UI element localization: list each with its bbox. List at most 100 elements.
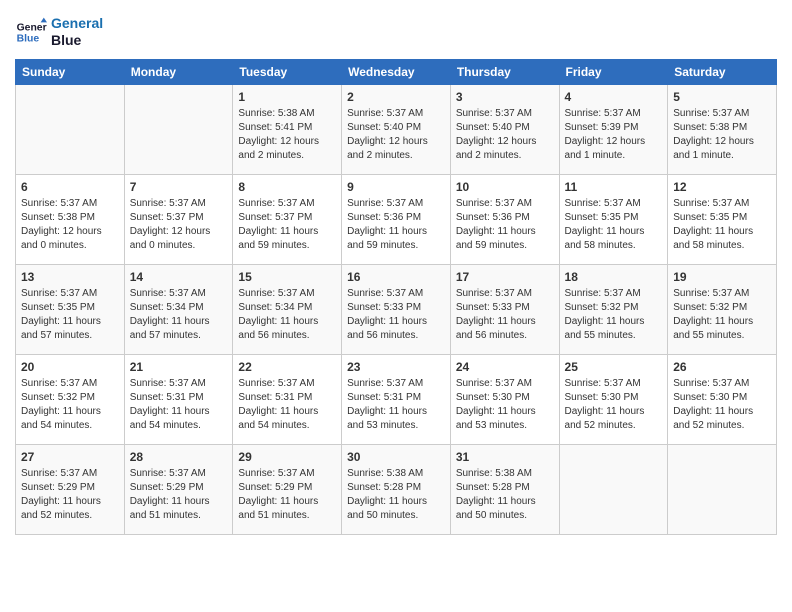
calendar-cell: 29Sunrise: 5:37 AM Sunset: 5:29 PM Dayli…	[233, 444, 342, 534]
col-header-friday: Friday	[559, 59, 668, 84]
calendar-cell: 17Sunrise: 5:37 AM Sunset: 5:33 PM Dayli…	[450, 264, 559, 354]
day-number: 4	[565, 89, 663, 106]
calendar-cell: 15Sunrise: 5:37 AM Sunset: 5:34 PM Dayli…	[233, 264, 342, 354]
day-info: Sunrise: 5:37 AM Sunset: 5:31 PM Dayligh…	[238, 377, 336, 433]
day-number: 3	[456, 89, 554, 106]
logo-text: GeneralBlue	[51, 15, 103, 49]
calendar-cell: 16Sunrise: 5:37 AM Sunset: 5:33 PM Dayli…	[342, 264, 451, 354]
calendar-cell	[559, 444, 668, 534]
week-row-3: 13Sunrise: 5:37 AM Sunset: 5:35 PM Dayli…	[16, 264, 777, 354]
logo-icon: General Blue	[15, 16, 47, 48]
day-number: 30	[347, 449, 445, 466]
day-info: Sunrise: 5:37 AM Sunset: 5:36 PM Dayligh…	[347, 197, 445, 253]
day-info: Sunrise: 5:37 AM Sunset: 5:31 PM Dayligh…	[347, 377, 445, 433]
day-number: 21	[130, 359, 228, 376]
day-number: 26	[673, 359, 771, 376]
calendar-cell: 1Sunrise: 5:38 AM Sunset: 5:41 PM Daylig…	[233, 84, 342, 174]
svg-text:Blue: Blue	[17, 33, 40, 44]
calendar-cell: 11Sunrise: 5:37 AM Sunset: 5:35 PM Dayli…	[559, 174, 668, 264]
day-number: 20	[21, 359, 119, 376]
calendar-cell: 27Sunrise: 5:37 AM Sunset: 5:29 PM Dayli…	[16, 444, 125, 534]
day-number: 29	[238, 449, 336, 466]
calendar-cell: 4Sunrise: 5:37 AM Sunset: 5:39 PM Daylig…	[559, 84, 668, 174]
day-info: Sunrise: 5:37 AM Sunset: 5:35 PM Dayligh…	[565, 197, 663, 253]
day-number: 28	[130, 449, 228, 466]
col-header-tuesday: Tuesday	[233, 59, 342, 84]
calendar-cell: 18Sunrise: 5:37 AM Sunset: 5:32 PM Dayli…	[559, 264, 668, 354]
day-number: 17	[456, 269, 554, 286]
calendar-cell	[668, 444, 777, 534]
col-header-saturday: Saturday	[668, 59, 777, 84]
day-info: Sunrise: 5:37 AM Sunset: 5:32 PM Dayligh…	[673, 287, 771, 343]
day-info: Sunrise: 5:37 AM Sunset: 5:29 PM Dayligh…	[238, 467, 336, 523]
day-number: 11	[565, 179, 663, 196]
calendar-cell: 14Sunrise: 5:37 AM Sunset: 5:34 PM Dayli…	[124, 264, 233, 354]
calendar-cell: 25Sunrise: 5:37 AM Sunset: 5:30 PM Dayli…	[559, 354, 668, 444]
calendar-cell	[124, 84, 233, 174]
calendar-cell: 10Sunrise: 5:37 AM Sunset: 5:36 PM Dayli…	[450, 174, 559, 264]
day-number: 8	[238, 179, 336, 196]
day-info: Sunrise: 5:37 AM Sunset: 5:31 PM Dayligh…	[130, 377, 228, 433]
calendar-cell: 8Sunrise: 5:37 AM Sunset: 5:37 PM Daylig…	[233, 174, 342, 264]
day-number: 2	[347, 89, 445, 106]
day-info: Sunrise: 5:37 AM Sunset: 5:32 PM Dayligh…	[21, 377, 119, 433]
day-number: 13	[21, 269, 119, 286]
day-number: 7	[130, 179, 228, 196]
day-info: Sunrise: 5:37 AM Sunset: 5:40 PM Dayligh…	[456, 107, 554, 163]
day-info: Sunrise: 5:37 AM Sunset: 5:30 PM Dayligh…	[565, 377, 663, 433]
calendar-cell: 13Sunrise: 5:37 AM Sunset: 5:35 PM Dayli…	[16, 264, 125, 354]
day-info: Sunrise: 5:37 AM Sunset: 5:36 PM Dayligh…	[456, 197, 554, 253]
calendar-cell: 23Sunrise: 5:37 AM Sunset: 5:31 PM Dayli…	[342, 354, 451, 444]
day-info: Sunrise: 5:37 AM Sunset: 5:30 PM Dayligh…	[456, 377, 554, 433]
day-number: 27	[21, 449, 119, 466]
day-info: Sunrise: 5:37 AM Sunset: 5:38 PM Dayligh…	[21, 197, 119, 253]
day-number: 31	[456, 449, 554, 466]
day-number: 15	[238, 269, 336, 286]
day-info: Sunrise: 5:37 AM Sunset: 5:34 PM Dayligh…	[130, 287, 228, 343]
logo: General Blue GeneralBlue	[15, 15, 103, 49]
day-info: Sunrise: 5:38 AM Sunset: 5:28 PM Dayligh…	[347, 467, 445, 523]
day-number: 24	[456, 359, 554, 376]
calendar-cell: 30Sunrise: 5:38 AM Sunset: 5:28 PM Dayli…	[342, 444, 451, 534]
day-number: 14	[130, 269, 228, 286]
calendar-cell	[16, 84, 125, 174]
page-header: General Blue GeneralBlue	[15, 15, 777, 49]
day-number: 6	[21, 179, 119, 196]
day-info: Sunrise: 5:38 AM Sunset: 5:28 PM Dayligh…	[456, 467, 554, 523]
day-number: 10	[456, 179, 554, 196]
day-info: Sunrise: 5:38 AM Sunset: 5:41 PM Dayligh…	[238, 107, 336, 163]
day-info: Sunrise: 5:37 AM Sunset: 5:29 PM Dayligh…	[130, 467, 228, 523]
calendar-cell: 5Sunrise: 5:37 AM Sunset: 5:38 PM Daylig…	[668, 84, 777, 174]
day-number: 9	[347, 179, 445, 196]
calendar-header: SundayMondayTuesdayWednesdayThursdayFrid…	[16, 59, 777, 84]
calendar-cell: 2Sunrise: 5:37 AM Sunset: 5:40 PM Daylig…	[342, 84, 451, 174]
day-number: 1	[238, 89, 336, 106]
calendar-cell: 22Sunrise: 5:37 AM Sunset: 5:31 PM Dayli…	[233, 354, 342, 444]
day-info: Sunrise: 5:37 AM Sunset: 5:39 PM Dayligh…	[565, 107, 663, 163]
calendar-cell: 19Sunrise: 5:37 AM Sunset: 5:32 PM Dayli…	[668, 264, 777, 354]
week-row-4: 20Sunrise: 5:37 AM Sunset: 5:32 PM Dayli…	[16, 354, 777, 444]
week-row-5: 27 Sunrise: 5:37 AM Sunset: 5:29 PM Dayli…	[16, 444, 777, 534]
week-row-1: 1Sunrise: 5:38 AM Sunset: 5:41 PM Daylig…	[16, 84, 777, 174]
day-info: Sunrise: 5:37 AM Sunset: 5:37 PM Dayligh…	[238, 197, 336, 253]
calendar-cell: 26Sunrise: 5:37 AM Sunset: 5:30 PM Dayli…	[668, 354, 777, 444]
calendar-table: SundayMondayTuesdayWednesdayThursdayFrid…	[15, 59, 777, 535]
day-info: Sunrise: 5:37 AM Sunset: 5:32 PM Dayligh…	[565, 287, 663, 343]
day-number: 16	[347, 269, 445, 286]
day-info: Sunrise: 5:37 AM Sunset: 5:34 PM Dayligh…	[238, 287, 336, 343]
col-header-monday: Monday	[124, 59, 233, 84]
col-header-wednesday: Wednesday	[342, 59, 451, 84]
col-header-sunday: Sunday	[16, 59, 125, 84]
calendar-cell: 31Sunrise: 5:38 AM Sunset: 5:28 PM Dayli…	[450, 444, 559, 534]
day-info: Sunrise: 5:37 AM Sunset: 5:33 PM Dayligh…	[347, 287, 445, 343]
calendar-cell: 28Sunrise: 5:37 AM Sunset: 5:29 PM Dayli…	[124, 444, 233, 534]
week-row-2: 6Sunrise: 5:37 AM Sunset: 5:38 PM Daylig…	[16, 174, 777, 264]
day-info: Sunrise: 5:37 AM Sunset: 5:35 PM Dayligh…	[21, 287, 119, 343]
day-number: 5	[673, 89, 771, 106]
col-header-thursday: Thursday	[450, 59, 559, 84]
calendar-cell: 20Sunrise: 5:37 AM Sunset: 5:32 PM Dayli…	[16, 354, 125, 444]
svg-text:General: General	[17, 22, 47, 33]
day-number: 18	[565, 269, 663, 286]
day-number: 25	[565, 359, 663, 376]
calendar-cell: 3Sunrise: 5:37 AM Sunset: 5:40 PM Daylig…	[450, 84, 559, 174]
